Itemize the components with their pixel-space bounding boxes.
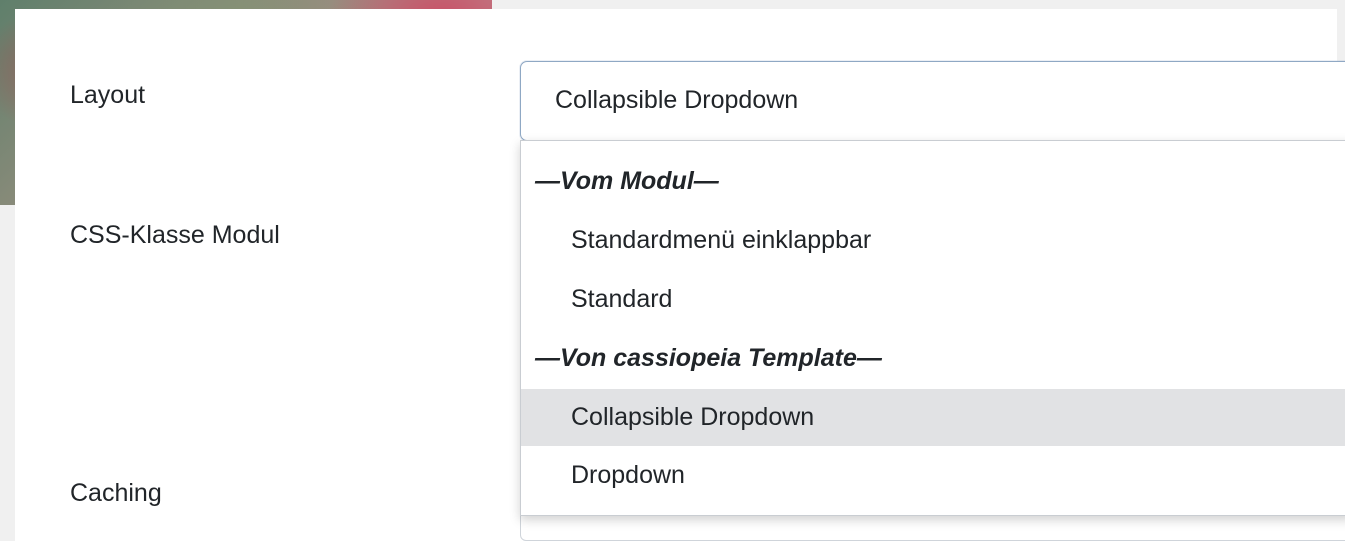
layout-select-value: Collapsible Dropdown (555, 86, 799, 114)
layout-dropdown-list: —Vom Modul— Standardmenü einklappbar Sta… (520, 140, 1345, 516)
css-class-label: CSS-Klasse Modul (70, 221, 280, 249)
layout-label: Layout (70, 81, 146, 109)
option-standard[interactable]: Standard (521, 271, 1345, 328)
option-collapsible-dropdown[interactable]: Collapsible Dropdown (521, 389, 1345, 446)
caching-label: Caching (70, 479, 162, 507)
screen: Layout CSS-Klasse Modul Caching Collapsi… (0, 0, 1345, 541)
layout-select[interactable]: Collapsible Dropdown (520, 61, 1345, 141)
option-dropdown[interactable]: Dropdown (521, 447, 1345, 504)
optgroup-vom-modul: —Vom Modul— (535, 167, 719, 195)
option-standardmenu-einklappbar[interactable]: Standardmenü einklappbar (521, 212, 1345, 269)
module-settings-panel: Layout CSS-Klasse Modul Caching Collapsi… (15, 9, 1345, 541)
optgroup-von-cassiopeia-template: —Von cassiopeia Template— (535, 344, 882, 372)
